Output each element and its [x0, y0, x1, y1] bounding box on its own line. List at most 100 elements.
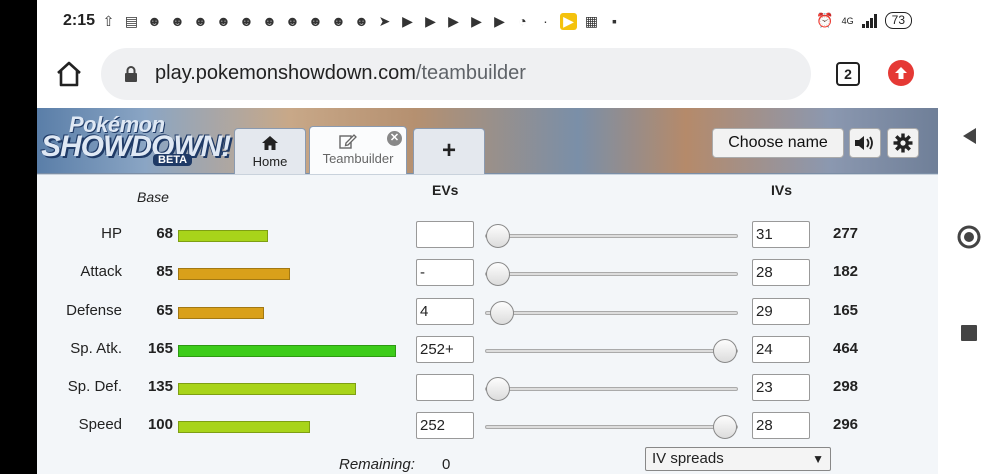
- back-icon: [963, 128, 976, 144]
- url-path: /teambuilder: [415, 62, 526, 84]
- circle-home-icon: [957, 225, 981, 249]
- home-nav-button[interactable]: [938, 224, 1000, 250]
- stat-bar: [178, 307, 264, 319]
- upload-icon: ⇧: [102, 13, 115, 29]
- ev-slider-handle[interactable]: [713, 415, 737, 439]
- stat-base-value: 100: [147, 416, 173, 433]
- discord-icon: ☻: [308, 13, 323, 29]
- ev-slider-track[interactable]: [485, 311, 738, 315]
- logo-beta-badge: BETA: [153, 154, 193, 166]
- stats-panel: Base EVs IVs HP 68 31 277 Attack 85 - 28 182 Defe…: [37, 174, 938, 474]
- stat-name: Sp. Def.: [67, 378, 122, 395]
- youtube-icon: ▶: [471, 13, 482, 29]
- clock: 2:15: [63, 12, 96, 29]
- stat-total: 277: [833, 225, 859, 242]
- iv-input[interactable]: 31: [752, 221, 810, 248]
- manga-icon: ▦: [584, 13, 599, 29]
- sound-button[interactable]: [849, 128, 881, 158]
- ev-slider-track[interactable]: [485, 425, 738, 429]
- stat-bar: [178, 230, 268, 242]
- ev-input[interactable]: [416, 221, 474, 248]
- news-icon: ▤: [124, 13, 139, 29]
- tab-teambuilder-label: Teambuilder: [322, 151, 394, 166]
- discord-icon: ☻: [170, 13, 185, 29]
- grid-icon: ▪: [612, 13, 617, 29]
- volume-icon: [855, 136, 873, 150]
- ev-slider-track[interactable]: [485, 349, 738, 353]
- remaining-value: 0: [442, 456, 451, 473]
- ev-slider-handle[interactable]: [486, 377, 510, 401]
- url-text: play.pokemonshowdown.com/teambuilder: [155, 62, 526, 85]
- telegram-icon: ➤: [378, 13, 391, 29]
- stat-row: Attack 85 - 28 182: [37, 254, 938, 292]
- ev-input[interactable]: -: [416, 259, 474, 286]
- ev-input[interactable]: 4: [416, 298, 474, 325]
- stat-name: HP: [101, 225, 122, 242]
- browser-toolbar: play.pokemonshowdown.com/teambuilder 2: [37, 44, 938, 108]
- stat-total: 296: [833, 416, 859, 433]
- ev-slider-track[interactable]: [485, 387, 738, 391]
- iv-input[interactable]: 23: [752, 374, 810, 401]
- edit-icon: [339, 134, 358, 149]
- ev-slider-handle[interactable]: [490, 301, 514, 325]
- ev-input[interactable]: 252: [416, 412, 474, 439]
- address-bar[interactable]: play.pokemonshowdown.com/teambuilder: [101, 48, 811, 100]
- evs-header: EVs: [432, 182, 459, 198]
- ev-slider-handle[interactable]: [486, 224, 510, 248]
- ev-input[interactable]: 252+: [416, 336, 474, 363]
- android-nav-bar: [938, 0, 1000, 474]
- home-icon: [57, 61, 81, 87]
- choose-name-button[interactable]: Choose name: [712, 128, 844, 158]
- ivs-header: IVs: [771, 182, 793, 198]
- stat-total: 298: [833, 378, 859, 395]
- discord-icon: ☻: [193, 13, 208, 29]
- ev-slider-track[interactable]: [485, 234, 738, 238]
- new-tab-button[interactable]: +: [413, 128, 485, 174]
- stat-bar: [178, 421, 310, 433]
- tab-teambuilder[interactable]: ✕ Teambuilder: [309, 126, 407, 174]
- iv-spreads-label: IV spreads: [652, 450, 724, 467]
- showdown-logo[interactable]: Pokémon SHOWDOWN! BETA: [41, 112, 231, 170]
- discord-icon: ☻: [354, 13, 369, 29]
- base-header: Base: [137, 189, 169, 205]
- browser-home-button[interactable]: [55, 60, 83, 88]
- close-tab-button[interactable]: ✕: [387, 131, 402, 146]
- youtube-icon: ▶: [494, 13, 505, 29]
- iv-input[interactable]: 29: [752, 298, 810, 325]
- stat-total: 182: [833, 263, 859, 280]
- stat-row: Sp. Def. 135 23 298: [37, 369, 938, 407]
- stat-base-value: 165: [147, 340, 173, 357]
- network-type: 4G: [841, 15, 854, 26]
- tab-home[interactable]: Home: [234, 128, 306, 174]
- pacman-icon: ◔: [518, 13, 527, 29]
- ev-slider-handle[interactable]: [713, 339, 737, 363]
- stat-row: HP 68 31 277: [37, 216, 938, 254]
- youtube-icon: ▶: [448, 13, 459, 29]
- stat-base-value: 68: [156, 225, 173, 242]
- ev-slider-track[interactable]: [485, 272, 738, 276]
- notification-icons: ⇧ ▤ ☻ ☻ ☻ ☻ ☻ ☻ ☻ ☻ ☻ ☻ ➤ ▶ ▶ ▶ ▶ ▶ ◔ · …: [100, 13, 623, 30]
- iv-input[interactable]: 24: [752, 336, 810, 363]
- tab-home-label: Home: [252, 154, 288, 169]
- back-button[interactable]: [938, 126, 1000, 146]
- update-button[interactable]: [888, 60, 914, 86]
- stat-base-value: 65: [156, 302, 173, 319]
- status-right: ⏰ 4G 73: [816, 12, 912, 29]
- stat-bar: [178, 345, 396, 357]
- ev-slider-handle[interactable]: [486, 262, 510, 286]
- recents-button[interactable]: [938, 324, 1000, 342]
- youtube-icon: ▶: [425, 13, 436, 29]
- iv-spreads-select[interactable]: IV spreads ▼: [645, 447, 831, 471]
- url-host: play.pokemonshowdown.com: [155, 62, 416, 84]
- ev-input[interactable]: [416, 374, 474, 401]
- status-bar: 2:15 ⇧ ▤ ☻ ☻ ☻ ☻ ☻ ☻ ☻ ☻ ☻ ☻ ➤ ▶ ▶ ▶ ▶ ▶…: [37, 0, 938, 44]
- iv-input[interactable]: 28: [752, 412, 810, 439]
- iv-input[interactable]: 28: [752, 259, 810, 286]
- tab-switcher-button[interactable]: 2: [836, 62, 860, 86]
- stat-name: Speed: [78, 416, 122, 433]
- stat-base-value: 135: [147, 378, 173, 395]
- stat-name: Sp. Atk.: [70, 340, 122, 357]
- settings-button[interactable]: [887, 128, 919, 158]
- showdown-header: Pokémon SHOWDOWN! BETA Home ✕ Teambuilde…: [37, 108, 938, 174]
- recents-icon: [961, 325, 977, 341]
